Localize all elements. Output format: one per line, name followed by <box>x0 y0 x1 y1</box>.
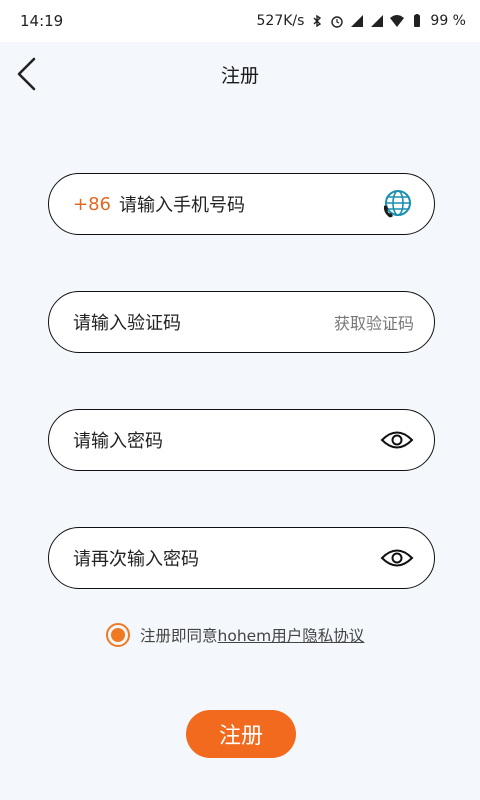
bluetooth-icon <box>313 14 322 28</box>
phone-field[interactable]: +86 请输入手机号码 <box>48 173 435 235</box>
confirm-password-input-placeholder[interactable]: 请再次输入密码 <box>73 545 380 571</box>
password-input-placeholder[interactable]: 请输入密码 <box>73 427 380 453</box>
password-field[interactable]: 请输入密码 <box>48 409 435 471</box>
agreement-row: 注册即同意hohem用户隐私协议 <box>106 620 364 650</box>
signal-icon <box>371 15 384 27</box>
confirm-password-field[interactable]: 请再次输入密码 <box>48 527 435 589</box>
back-button[interactable] <box>4 52 48 96</box>
register-button[interactable]: 注册 <box>186 710 296 758</box>
chevron-left-icon <box>17 57 36 91</box>
globe-phone-icon[interactable] <box>380 187 414 221</box>
code-input-placeholder[interactable]: 请输入验证码 <box>73 309 334 335</box>
page-title: 注册 <box>220 64 259 87</box>
agreement-radio[interactable] <box>106 623 130 647</box>
agreement-text: 注册即同意hohem用户隐私协议 <box>140 624 364 646</box>
country-code-prefix[interactable]: +86 <box>73 194 111 215</box>
privacy-policy-link[interactable]: hohem用户隐私协议 <box>218 627 365 645</box>
hd-signal-icon <box>351 15 364 27</box>
verification-code-field[interactable]: 请输入验证码 获取验证码 <box>48 291 435 353</box>
eye-icon[interactable] <box>380 541 414 575</box>
status-time: 14:19 <box>20 12 64 30</box>
network-speed: 527K/s <box>256 13 305 29</box>
battery-level: 99 % <box>430 13 466 29</box>
phone-input-placeholder[interactable]: 请输入手机号码 <box>119 191 380 217</box>
radio-checked-dot <box>111 628 125 642</box>
status-icons: 527K/s 99 % <box>257 13 467 29</box>
status-bar: 14:19 527K/s 99 % <box>0 0 480 42</box>
battery-icon <box>414 14 421 27</box>
nav-bar: 注册 <box>0 42 480 106</box>
wifi-icon <box>390 15 405 27</box>
alarm-icon <box>331 16 344 28</box>
agreement-prefix: 注册即同意 <box>140 627 218 645</box>
get-code-button[interactable]: 获取验证码 <box>334 310 414 334</box>
eye-icon[interactable] <box>380 423 414 457</box>
